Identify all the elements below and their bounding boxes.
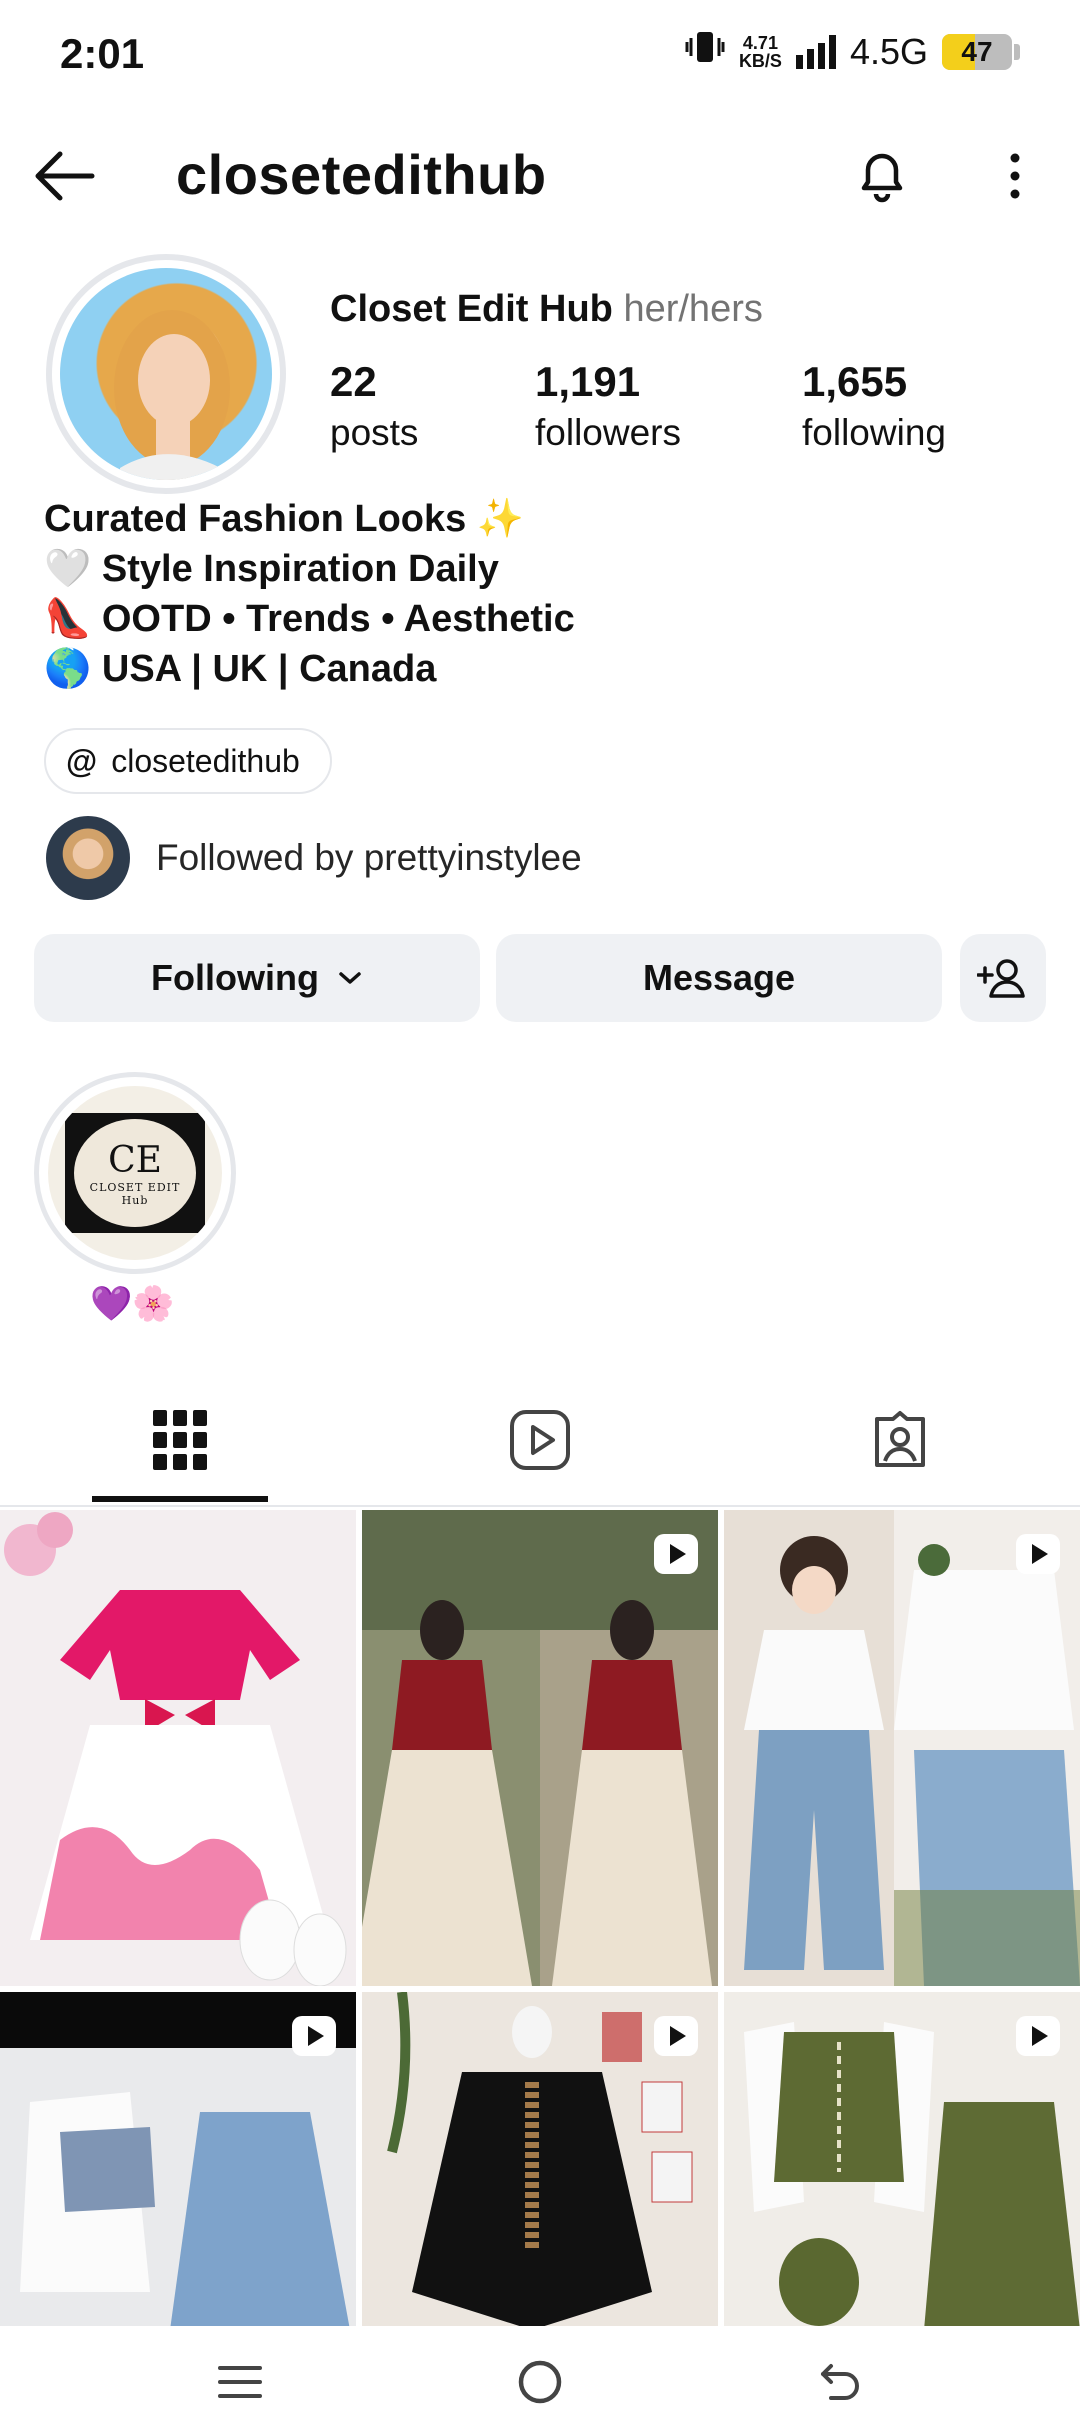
- bell-icon: [861, 153, 903, 203]
- stat-label: following: [802, 412, 946, 453]
- system-nav-bar: [0, 2326, 1080, 2436]
- stat-following[interactable]: 1,655 following: [802, 358, 946, 454]
- reel-badge-icon: [292, 2016, 336, 2056]
- net-speed: 4.71 KB/S: [739, 34, 782, 70]
- profile-avatar[interactable]: [60, 268, 272, 480]
- battery-level: 47: [961, 35, 993, 67]
- more-options-button[interactable]: [1000, 144, 1030, 208]
- home-circle-icon: [518, 2360, 562, 2404]
- signal-icon: [795, 34, 836, 69]
- bio: Curated Fashion Looks ✨ 🤍 Style Inspirat…: [44, 494, 575, 694]
- highlight-label: 💜🌸: [90, 1285, 175, 1323]
- bio-line: 🤍 Style Inspiration Daily: [44, 548, 499, 590]
- stat-label: posts: [330, 412, 419, 453]
- post-thumbnail[interactable]: [724, 1510, 1080, 1986]
- post-thumbnail[interactable]: [362, 1992, 718, 2330]
- stat-label: followers: [535, 412, 681, 453]
- logo-text: CLOSET EDIT: [89, 1180, 181, 1194]
- tab-posts-grid[interactable]: [90, 1380, 270, 1500]
- stat-value: 22: [330, 358, 377, 405]
- suggested-users-button[interactable]: [960, 934, 1046, 1022]
- highlight-cover[interactable]: CE CLOSET EDIT Hub: [48, 1086, 222, 1260]
- followed-by-text: Followed by prettyinstylee: [156, 837, 582, 878]
- stat-posts[interactable]: 22 posts: [330, 358, 418, 454]
- back-button[interactable]: [30, 146, 100, 206]
- threads-link[interactable]: @ closetedithub: [44, 728, 332, 794]
- add-person-icon: [977, 959, 1025, 998]
- tabs-divider: [0, 1505, 1080, 1507]
- header-username: closetedithub: [176, 143, 547, 206]
- battery-tip: [1014, 43, 1020, 60]
- status-bar: 2:01 4.71 KB/S 4.5G 47: [0, 0, 1080, 120]
- network-type: 4.5G: [849, 30, 928, 72]
- post-image: [0, 1510, 356, 1986]
- post-image: [724, 1510, 1080, 1986]
- active-tab-indicator: [92, 1496, 268, 1502]
- highlight-logo: CE CLOSET EDIT Hub: [65, 1113, 205, 1233]
- message-button[interactable]: Message: [496, 934, 942, 1022]
- back-arrow-icon: [35, 151, 95, 201]
- tab-tagged[interactable]: [810, 1380, 990, 1500]
- vibrate-icon: [685, 30, 725, 73]
- tab-reels[interactable]: [450, 1380, 630, 1500]
- highlight-logo-badge: CE CLOSET EDIT Hub: [74, 1119, 196, 1227]
- avatar-image: [114, 310, 230, 480]
- display-name: Closet Edit Hub: [330, 288, 613, 330]
- menu-icon: [218, 2366, 262, 2398]
- following-button[interactable]: Following: [34, 934, 480, 1022]
- reels-icon: [510, 1410, 570, 1470]
- profile-tabs: [0, 1380, 1080, 1505]
- tagged-icon: [875, 1411, 925, 1467]
- post-thumbnail[interactable]: [0, 1992, 356, 2330]
- net-speed-unit: KB/S: [738, 50, 782, 71]
- pronouns: her/hers: [623, 288, 763, 330]
- stat-value: 1,191: [535, 358, 641, 405]
- threads-handle: closetedithub: [111, 742, 300, 779]
- stat-value: 1,655: [802, 358, 908, 405]
- reel-badge-icon: [1016, 1534, 1060, 1574]
- battery-icon: 47: [942, 33, 1012, 70]
- bio-line: Curated Fashion Looks ✨: [44, 498, 525, 540]
- logo-monogram: CE: [108, 1139, 162, 1181]
- reel-badge-icon: [654, 2016, 698, 2056]
- message-label: Message: [642, 957, 796, 998]
- post-thumbnail[interactable]: [724, 1992, 1080, 2330]
- back-icon: [821, 2364, 859, 2400]
- bio-line: 🌎 USA | UK | Canada: [44, 648, 437, 690]
- net-speed-value: 4.71: [742, 32, 778, 53]
- post-thumbnail[interactable]: [362, 1510, 718, 1986]
- status-time: 2:01: [60, 30, 145, 77]
- post-image: [362, 1510, 718, 1986]
- reel-badge-icon: [654, 1534, 698, 1574]
- profile-header: closetedithub: [0, 130, 1080, 220]
- logo-subtext: Hub: [121, 1193, 149, 1207]
- system-back-button[interactable]: [800, 2352, 880, 2412]
- recents-button[interactable]: [200, 2352, 280, 2412]
- following-label: Following: [151, 957, 319, 998]
- more-vertical-icon: [1010, 153, 1020, 199]
- reel-badge-icon: [1016, 2016, 1060, 2056]
- post-thumbnail[interactable]: [0, 1510, 356, 1986]
- display-name-row: Closet Edit Hub her/hers: [330, 288, 763, 331]
- status-indicators: 4.71 KB/S 4.5G 47: [685, 30, 1020, 73]
- stat-followers[interactable]: 1,191 followers: [535, 358, 681, 454]
- followed-by[interactable]: Followed by prettyinstylee: [46, 816, 582, 900]
- bio-line: 👠 OOTD • Trends • Aesthetic: [44, 598, 575, 640]
- notifications-button[interactable]: [850, 144, 914, 208]
- chevron-down-icon: [339, 972, 361, 984]
- threads-icon: @: [66, 742, 98, 779]
- grid-icon: [153, 1410, 207, 1470]
- follower-avatar: [46, 816, 130, 900]
- posts-grid: [0, 1510, 1080, 2330]
- home-button[interactable]: [500, 2352, 580, 2412]
